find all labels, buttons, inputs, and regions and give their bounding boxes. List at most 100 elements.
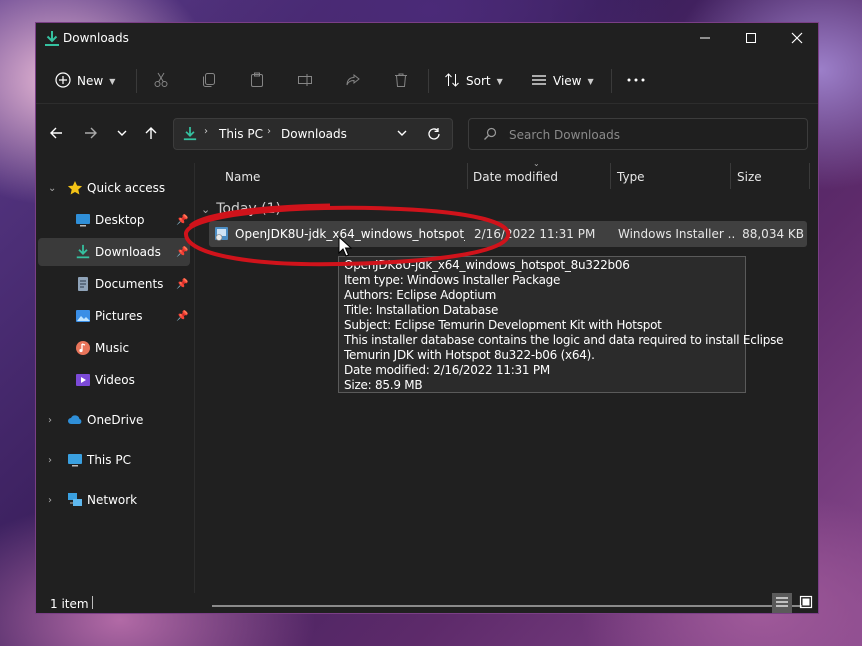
sort-button-label: Sort xyxy=(466,74,491,88)
delete-button[interactable] xyxy=(393,67,409,95)
sidebar-item-quick-access[interactable]: ⌄ Quick access xyxy=(38,174,190,202)
column-header-size[interactable]: Size xyxy=(737,163,762,191)
rename-button[interactable] xyxy=(297,67,313,95)
toolbar-divider xyxy=(611,69,612,93)
download-icon xyxy=(183,125,197,146)
pin-icon: 📌 xyxy=(176,246,189,258)
sidebar-item-pictures[interactable]: Pictures 📌 xyxy=(38,302,190,330)
view-button-label: View xyxy=(553,74,582,88)
tooltip-line: Authors: Eclipse Adoptium xyxy=(344,288,497,302)
status-divider xyxy=(92,596,93,609)
column-header-date-modified[interactable]: Date modified xyxy=(473,163,558,191)
close-button[interactable] xyxy=(774,23,820,55)
pin-icon: 📌 xyxy=(176,214,189,226)
window-title: Downloads xyxy=(63,31,129,45)
pin-icon: 📌 xyxy=(176,278,189,290)
chevron-down-icon: ▼ xyxy=(587,76,594,86)
sidebar-item-network[interactable]: › Network xyxy=(38,486,190,514)
chevron-down-icon: ⌄ xyxy=(48,182,57,194)
column-header-name[interactable]: Name xyxy=(225,163,260,191)
breadcrumb-downloads[interactable]: Downloads xyxy=(281,127,347,141)
chevron-right-icon: › xyxy=(48,414,52,426)
group-header-today[interactable]: ⌄ Today (1) xyxy=(201,199,281,219)
column-divider[interactable] xyxy=(730,163,731,189)
paste-button[interactable] xyxy=(249,67,265,95)
command-bar: New ▼ Sort ▼ View ▼ xyxy=(36,59,818,104)
monitor-icon xyxy=(67,452,83,468)
recent-locations-button[interactable] xyxy=(112,124,132,144)
arrow-up-icon xyxy=(144,126,158,143)
share-button[interactable] xyxy=(345,67,361,95)
plus-icon xyxy=(55,71,71,91)
copy-button[interactable] xyxy=(201,67,217,95)
sidebar-item-this-pc[interactable]: › This PC xyxy=(38,446,190,474)
address-row: › This PC › Downloads xyxy=(36,111,818,157)
sidebar-item-label: Desktop xyxy=(95,213,145,227)
navigation-pane: ⌄ Quick access Desktop 📌 Downloads 📌 Doc… xyxy=(36,163,195,593)
sidebar-item-downloads[interactable]: Downloads 📌 xyxy=(38,238,190,266)
sidebar-item-onedrive[interactable]: › OneDrive xyxy=(38,406,190,434)
refresh-icon xyxy=(427,128,441,144)
copy-icon xyxy=(201,72,217,91)
paste-icon xyxy=(249,72,265,91)
view-button[interactable]: View ▼ xyxy=(531,67,594,95)
up-button[interactable] xyxy=(141,124,161,144)
item-count: 1 item xyxy=(50,597,89,611)
sidebar-item-music[interactable]: Music xyxy=(38,334,190,362)
pictures-icon xyxy=(75,308,91,324)
file-date-modified: 2/16/2022 11:31 PM xyxy=(474,227,596,241)
status-bar: 1 item xyxy=(36,593,818,615)
address-history-button[interactable] xyxy=(396,127,408,142)
title-bar[interactable]: Downloads xyxy=(36,23,818,55)
chevron-right-icon: › xyxy=(48,454,52,466)
back-button[interactable] xyxy=(46,124,66,144)
sidebar-item-label: Network xyxy=(87,493,138,507)
address-bar[interactable]: › This PC › Downloads xyxy=(173,118,453,150)
column-divider[interactable] xyxy=(809,163,810,189)
maximize-button[interactable] xyxy=(728,23,774,55)
network-icon xyxy=(67,492,83,508)
more-options-button[interactable] xyxy=(626,67,646,95)
column-divider[interactable] xyxy=(467,163,468,189)
file-size: 88,034 KB xyxy=(742,227,804,241)
search-box[interactable] xyxy=(468,118,808,150)
chevron-down-icon: ⌄ xyxy=(201,202,211,216)
share-icon xyxy=(345,72,361,91)
sidebar-item-videos[interactable]: Videos xyxy=(38,366,190,394)
minimize-button[interactable] xyxy=(682,23,728,55)
sidebar-item-label: Music xyxy=(95,341,130,355)
forward-button[interactable] xyxy=(81,124,101,144)
sidebar-item-label: Videos xyxy=(95,373,135,387)
tooltip-line: Temurin JDK with Hotspot 8u322-b06 (x64)… xyxy=(344,348,595,362)
installer-file-icon xyxy=(214,226,230,245)
sort-indicator-icon: ⌄ xyxy=(533,159,540,168)
search-input[interactable] xyxy=(507,125,791,145)
sidebar-item-desktop[interactable]: Desktop 📌 xyxy=(38,206,190,234)
download-icon xyxy=(75,244,91,260)
breadcrumb-this-pc[interactable]: This PC xyxy=(219,127,263,141)
close-icon xyxy=(791,32,803,47)
column-divider[interactable] xyxy=(610,163,611,189)
sort-button[interactable]: Sort ▼ xyxy=(444,67,503,95)
sort-icon xyxy=(444,72,460,91)
minimize-icon xyxy=(699,32,711,47)
details-view-icon xyxy=(775,596,789,611)
arrow-left-icon xyxy=(49,126,63,143)
new-button[interactable]: New ▼ xyxy=(55,67,115,95)
search-icon xyxy=(483,127,497,144)
file-row[interactable]: OpenJDK8U-jdk_x64_windows_hotspot_8... 2… xyxy=(209,221,807,247)
cut-button[interactable] xyxy=(153,67,169,95)
documents-icon xyxy=(75,276,91,292)
download-icon xyxy=(44,30,60,48)
details-view-button[interactable] xyxy=(772,593,792,613)
chevron-down-icon xyxy=(396,128,408,142)
column-header-type[interactable]: Type xyxy=(617,163,645,191)
cut-icon xyxy=(153,72,169,91)
sidebar-item-documents[interactable]: Documents 📌 xyxy=(38,270,190,298)
rename-icon xyxy=(297,72,313,91)
tiles-view-button[interactable] xyxy=(796,593,816,613)
refresh-button[interactable] xyxy=(427,127,441,144)
tooltip-line: OpenJDK8U-jdk_x64_windows_hotspot_8u322b… xyxy=(344,258,630,272)
file-type: Windows Installer ... xyxy=(618,227,734,241)
chevron-right-icon: › xyxy=(48,494,52,506)
